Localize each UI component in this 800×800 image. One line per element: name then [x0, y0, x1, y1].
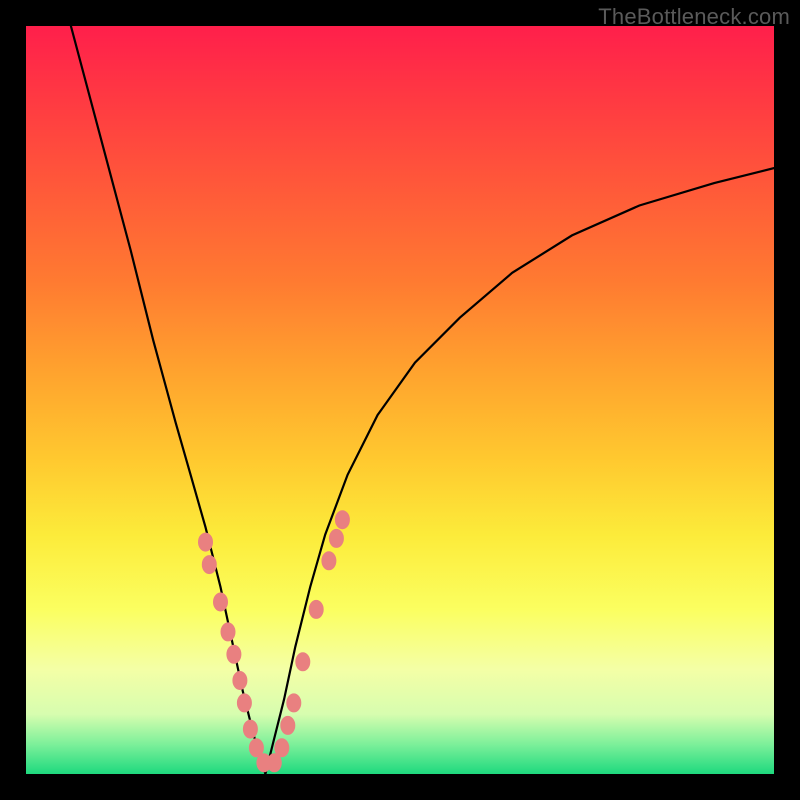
data-point	[237, 694, 251, 712]
data-point	[233, 672, 247, 690]
highlighted-points	[199, 511, 350, 772]
data-point	[309, 600, 323, 618]
data-point	[287, 694, 301, 712]
plot-area	[26, 26, 774, 774]
chart-svg	[26, 26, 774, 774]
watermark-text: TheBottleneck.com	[598, 4, 790, 30]
data-point	[275, 739, 289, 757]
data-point	[296, 653, 310, 671]
data-point	[221, 623, 235, 641]
data-point	[202, 556, 216, 574]
data-point	[214, 593, 228, 611]
data-point	[329, 529, 343, 547]
data-point	[322, 552, 336, 570]
data-point	[281, 716, 295, 734]
data-point	[335, 511, 349, 529]
data-point	[227, 645, 241, 663]
data-point	[243, 720, 257, 738]
data-point	[199, 533, 213, 551]
curve-right-branch	[265, 168, 774, 774]
chart-frame: TheBottleneck.com	[0, 0, 800, 800]
